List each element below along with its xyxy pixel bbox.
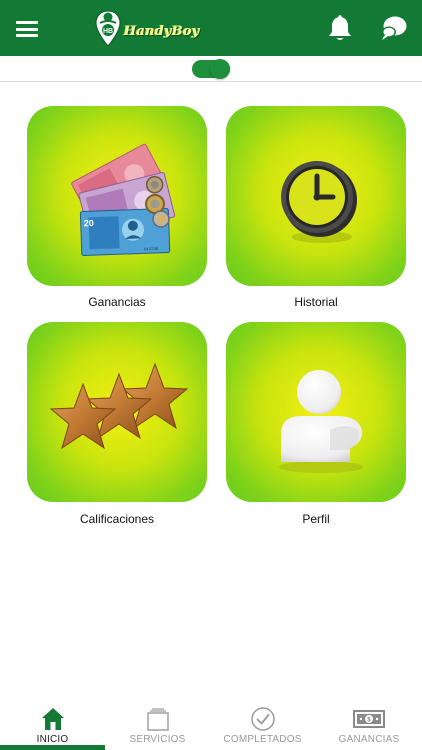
app-logo: HB HandyBoy — [95, 9, 200, 49]
bill-value: 20 — [84, 218, 94, 228]
bill-serial: S42736 — [144, 248, 159, 253]
app-header: HB HandyBoy — [0, 0, 422, 56]
chat-icon[interactable] — [380, 15, 407, 43]
money-icon: 20 S42736 — [71, 143, 176, 256]
nav-label-ganancias: GANANCIAS — [338, 734, 400, 745]
nav-item-completados[interactable]: COMPLETADOS — [210, 700, 315, 750]
home-icon — [41, 708, 64, 730]
toggle-knob[interactable] — [210, 59, 230, 79]
logo-pin-icon: HB — [95, 10, 121, 47]
bottom-nav: INICIO SERVICIOS COMPLETADOS $ GANANCIAS — [0, 700, 422, 750]
stars-icon — [49, 362, 189, 450]
nav-item-inicio[interactable]: INICIO — [0, 700, 105, 750]
app-root: HB HandyBoy 20 S42736 Ganancias Historia… — [0, 0, 422, 750]
logo-monogram: HB — [103, 28, 113, 35]
user-icon — [279, 370, 363, 473]
availability-bar — [0, 56, 422, 82]
tile-label-historial: Historial — [294, 295, 338, 309]
bell-icon[interactable] — [327, 15, 353, 43]
nav-item-servicios[interactable]: SERVICIOS — [105, 700, 210, 750]
nav-item-ganancias[interactable]: $ GANANCIAS — [316, 700, 422, 750]
tile-calificaciones[interactable] — [27, 322, 207, 502]
services-icon — [146, 708, 169, 731]
tile-label-perfil: Perfil — [302, 512, 330, 526]
nav-active-indicator — [0, 745, 105, 750]
tile-historial[interactable] — [226, 106, 406, 286]
tile-ganancias[interactable]: 20 S42736 — [27, 106, 207, 286]
nav-label-servicios: SERVICIOS — [129, 734, 186, 745]
tile-label-ganancias: Ganancias — [88, 295, 146, 309]
cash-icon: $ — [353, 710, 385, 728]
logo-text: HandyBoy — [124, 23, 200, 39]
availability-toggle[interactable] — [192, 59, 230, 79]
tile-perfil[interactable] — [226, 322, 406, 502]
tile-label-calificaciones: Calificaciones — [79, 512, 155, 526]
menu-icon[interactable] — [16, 21, 38, 37]
clock-icon — [281, 161, 357, 243]
check-circle-icon — [250, 707, 275, 731]
nav-label-inicio: INICIO — [36, 734, 69, 745]
nav-label-completados: COMPLETADOS — [223, 734, 302, 745]
